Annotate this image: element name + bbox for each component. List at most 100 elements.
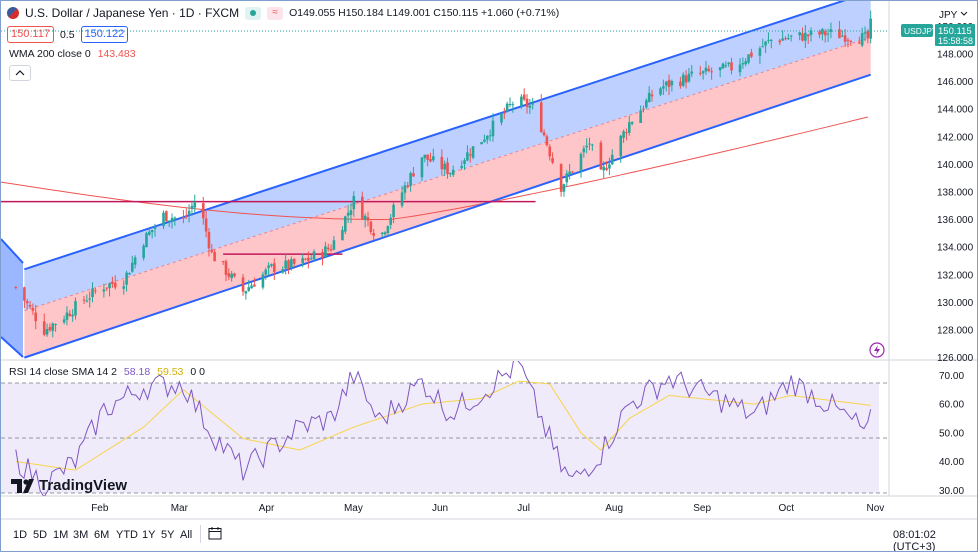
- clock-label[interactable]: 08:01:02 (UTC+3): [893, 529, 977, 551]
- candle-body: [843, 35, 847, 42]
- candle-body: [446, 162, 449, 174]
- price-tick-label: 138.000: [937, 187, 974, 198]
- candle-body: [727, 62, 730, 65]
- candle-body: [329, 249, 333, 251]
- candle-body: [301, 258, 304, 263]
- rsi-tick-label: 30.00: [939, 486, 964, 497]
- rsi-tick-label: 60.00: [939, 400, 964, 411]
- tradingview-logo[interactable]: TradingView: [11, 477, 127, 494]
- candle-body: [142, 245, 145, 259]
- time-tick-label: Aug: [605, 503, 623, 514]
- candle-body: [801, 33, 804, 41]
- candle-body: [440, 156, 444, 170]
- candle-body: [789, 35, 793, 37]
- candle-body: [321, 252, 324, 258]
- candle-body: [710, 71, 713, 73]
- candle-body: [690, 71, 694, 74]
- candle-body: [284, 260, 287, 269]
- tradingview-logo-text: TradingView: [39, 477, 128, 494]
- timeframe-button[interactable]: 1D: [13, 529, 27, 541]
- candle-body: [62, 319, 66, 323]
- candle-body: [173, 217, 177, 219]
- candle-body: [545, 136, 549, 146]
- timeframe-button[interactable]: 5Y: [161, 529, 174, 541]
- candle-body: [429, 158, 432, 162]
- time-tick-label: Jun: [432, 503, 448, 514]
- candle-body: [68, 313, 72, 316]
- candle-body: [247, 287, 251, 291]
- time-tick-label: Jul: [517, 503, 530, 514]
- collapse-legend-button[interactable]: [9, 65, 31, 81]
- ask-price-button[interactable]: 150.122: [80, 26, 129, 43]
- candle-body: [750, 52, 753, 57]
- date-range-icon[interactable]: [208, 526, 222, 540]
- candle-body: [608, 164, 611, 169]
- candle-body: [91, 288, 94, 298]
- candle-body: [94, 290, 97, 292]
- candle-body: [113, 282, 117, 288]
- candle-body: [466, 152, 469, 161]
- symbol-title[interactable]: U.S. Dollar / Japanese Yen · 1D · FXCM: [25, 6, 239, 20]
- candle-body: [508, 103, 512, 105]
- data-source-icon[interactable]: ≈: [267, 6, 284, 20]
- candle-body: [761, 46, 765, 48]
- bid-price-button[interactable]: 150.117: [7, 26, 54, 43]
- candle-body: [826, 33, 830, 35]
- rsi-legend-extra: 0 0: [190, 366, 205, 378]
- timeframe-button[interactable]: All: [180, 529, 192, 541]
- candle-body: [724, 65, 728, 67]
- candle-body: [190, 205, 194, 209]
- candle-body: [312, 251, 316, 259]
- timeframe-button[interactable]: 1Y: [142, 529, 155, 541]
- candle-body: [326, 247, 330, 250]
- timeframe-button[interactable]: 5D: [33, 529, 47, 541]
- timeframe-button[interactable]: 1M: [53, 529, 68, 541]
- candle-body: [704, 67, 708, 72]
- timeframe-button[interactable]: 6M: [94, 529, 109, 541]
- candle-body: [272, 263, 276, 273]
- timeframe-button[interactable]: YTD: [116, 529, 138, 541]
- rsi-legend-label[interactable]: RSI 14 close SMA 14 2: [9, 366, 117, 378]
- currency-label[interactable]: JPY: [939, 10, 958, 21]
- market-status-icon[interactable]: [245, 6, 262, 20]
- bar-divider: [200, 525, 201, 543]
- candle-body: [869, 18, 872, 39]
- price-tick-label: 144.000: [937, 105, 974, 116]
- price-tick-label: 128.000: [937, 326, 974, 337]
- candle-body: [627, 122, 631, 133]
- candle-body: [292, 258, 296, 264]
- candle-body: [403, 185, 407, 193]
- candle-body: [130, 262, 134, 272]
- candle-body: [846, 39, 850, 41]
- candle-body: [165, 211, 168, 222]
- timeframe-button[interactable]: 3M: [73, 529, 88, 541]
- candle-body: [372, 233, 375, 236]
- candle-body: [182, 217, 185, 219]
- candle-body: [630, 122, 634, 124]
- wma-legend-label[interactable]: WMA 200 close 0: [9, 48, 91, 60]
- candle-body: [230, 273, 233, 279]
- candle-body: [406, 185, 410, 187]
- candle-body: [153, 226, 157, 229]
- candle-body: [122, 286, 126, 289]
- calendar-icon: [208, 527, 222, 540]
- tradingview-logo-icon: [11, 478, 34, 493]
- candle-body: [383, 232, 387, 235]
- candle-body: [585, 145, 588, 148]
- chevron-down-icon[interactable]: [960, 11, 968, 16]
- time-tick-label: Feb: [91, 503, 109, 514]
- candle-body: [679, 81, 682, 87]
- chart-canvas[interactable]: 150.000148.000146.000144.000142.000140.0…: [1, 1, 977, 551]
- candle-body: [778, 40, 782, 43]
- candle-body: [224, 261, 228, 275]
- price-tick-label: 130.000: [937, 298, 974, 309]
- candle-body: [133, 257, 137, 265]
- wma-legend-value: 143.483: [97, 48, 136, 60]
- candle-body: [343, 216, 347, 232]
- price-tick-label: 134.000: [937, 243, 974, 254]
- candle-body: [525, 98, 529, 107]
- price-tick-label: 126.000: [937, 353, 974, 364]
- candle-body: [423, 154, 427, 159]
- candle-body: [806, 34, 810, 37]
- candle-body: [471, 146, 475, 158]
